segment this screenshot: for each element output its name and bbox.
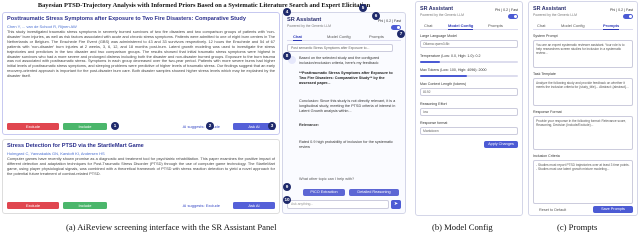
decision-row: Exclude Include AI suggests: Exclude Ask… bbox=[7, 123, 275, 131]
tab-bar: Chat Model Config Prompts bbox=[533, 22, 633, 30]
assistant-toggle[interactable] bbox=[508, 14, 518, 19]
panel-subtitle: Powered by the Generic LLM bbox=[287, 24, 331, 28]
assistant-message: **Posttraumatic Stress Symptoms after Ex… bbox=[299, 71, 393, 85]
reset-default-button[interactable]: Reset to Default bbox=[539, 208, 566, 212]
criteria-textarea[interactable]: - Studies must report PTSD trajectories … bbox=[533, 160, 633, 204]
criteria-label: Inclusion Criteria bbox=[533, 154, 560, 158]
chat-input[interactable]: Ask anything... bbox=[287, 200, 389, 209]
panel-title: SR Assistant bbox=[533, 6, 567, 12]
callout-badge: 4 bbox=[283, 8, 291, 16]
paper-authors: Holmgard C, Yannakakis GN, Karstoft KI, … bbox=[7, 151, 105, 156]
decision-row: Exclude Include AI suggests: Exclude Ask… bbox=[7, 202, 275, 210]
include-button[interactable]: Include bbox=[63, 123, 107, 130]
paper-authors: Chen Y, ... van de Schoot R, Rijnen AW bbox=[7, 24, 77, 29]
callout-badge: 3 bbox=[268, 122, 276, 130]
ai-suggestion-label: AI suggests: Exclude bbox=[182, 124, 220, 129]
assistant-message: Relevance: bbox=[299, 123, 320, 127]
system-prompt-label: System Prompt bbox=[533, 34, 558, 38]
model-indicator: Phi | 0.2 | Fast bbox=[377, 19, 401, 23]
panel-title: SR Assistant bbox=[287, 17, 322, 23]
paper-title[interactable]: Stress Detection for PTSD via the Startl… bbox=[7, 143, 275, 150]
apply-changes-button[interactable]: Apply Changes bbox=[484, 141, 518, 148]
reasoning-label: Reasoning Effort bbox=[420, 102, 447, 106]
callout-badge: 2 bbox=[206, 122, 214, 130]
panel-title: SR Assistant bbox=[420, 6, 454, 12]
sr-assistant-panel: SR Assistant Powered by the Generic LLM … bbox=[282, 12, 406, 214]
exclude-button[interactable]: Exclude bbox=[7, 202, 59, 209]
panel-subtitle: Powered by the Generic LLM bbox=[420, 13, 464, 17]
model-label: Large Language Model bbox=[420, 34, 457, 38]
system-prompt-textarea[interactable]: You are an expert systematic reviewer as… bbox=[533, 40, 633, 68]
response-format-textarea[interactable]: Provide your response in the following f… bbox=[533, 116, 633, 150]
max-tokens-label: Max Tokens (Low: 100, High: 4096): 2000 bbox=[420, 68, 487, 72]
callout-badge: 7 bbox=[397, 30, 405, 38]
tab-chat[interactable]: Chat bbox=[293, 33, 302, 41]
selected-study-field[interactable]: Post semantic Stress Symptoms after Expo… bbox=[287, 44, 393, 52]
callout-badge: 1 bbox=[111, 122, 119, 130]
model-select[interactable]: Ollama qwen3:8b bbox=[420, 40, 518, 48]
paper-abstract: Computer games have recently shown promi… bbox=[7, 157, 275, 176]
pico-extraction-button[interactable]: PICO Extraction bbox=[303, 189, 345, 196]
task-template-textarea[interactable]: Analyze the following study and provide … bbox=[533, 78, 633, 106]
task-template-label: Task Template bbox=[533, 72, 556, 76]
tab-prompts[interactable]: Prompts bbox=[603, 22, 620, 30]
tab-bar: Chat Model Config Prompts bbox=[420, 22, 518, 30]
caption-b: (b) Model Config bbox=[432, 222, 493, 232]
figure-header: Bayesian PTSD-Trajectory Analysis with I… bbox=[37, 2, 371, 9]
model-config-panel: SR Assistant Powered by the Generic LLM … bbox=[415, 1, 523, 216]
callout-badge: 10 bbox=[283, 196, 291, 204]
paper-title[interactable]: Posttraumatic Stress Symptoms after Expo… bbox=[7, 16, 275, 23]
screening-list: Posttraumatic Stress Symptoms after Expo… bbox=[2, 12, 280, 214]
caption-c: (c) Prompts bbox=[557, 222, 598, 232]
include-button[interactable]: Include bbox=[63, 202, 107, 209]
save-prompts-button[interactable]: Save Prompts bbox=[593, 206, 633, 213]
tab-prompts[interactable]: Prompts bbox=[369, 33, 384, 40]
callout-badge: 6 bbox=[372, 12, 380, 20]
assistant-message: Based on the selected study and the conf… bbox=[299, 56, 380, 65]
paper-card[interactable]: Stress Detection for PTSD via the Startl… bbox=[2, 139, 280, 214]
model-indicator: Phi | 0.2 | Fast bbox=[609, 8, 633, 12]
max-tokens-slider[interactable] bbox=[420, 75, 518, 77]
temperature-slider[interactable] bbox=[420, 61, 518, 63]
tab-prompts[interactable]: Prompts bbox=[488, 22, 503, 29]
prompts-panel: SR Assistant Powered by the Generic LLM … bbox=[528, 1, 638, 216]
context-label: Max Context Length (tokens) bbox=[420, 82, 467, 86]
tab-bar: Chat Model Config Prompts bbox=[287, 33, 401, 41]
tab-chat[interactable]: Chat bbox=[424, 22, 432, 29]
follow-up-prompt: What other topic can I help with? bbox=[299, 177, 355, 181]
format-label: Response format bbox=[420, 121, 448, 125]
callout-badge: 5 bbox=[359, 4, 367, 12]
send-icon[interactable]: ➤ bbox=[391, 200, 401, 209]
panel-subtitle: Powered by the Generic LLM bbox=[533, 13, 577, 17]
tab-chat[interactable]: Chat bbox=[537, 22, 545, 29]
detailed-reasoning-button[interactable]: Detailed Reasoning bbox=[349, 189, 399, 196]
temperature-label: Temperature (Low: 0.0, High: 1.0): 0.2 bbox=[420, 54, 481, 58]
ai-suggestion-label: AI suggests: Exclude bbox=[182, 203, 220, 208]
model-indicator: Phi | 0.2 | Fast bbox=[494, 8, 518, 12]
caption-a: (a) AiReview screening interface with th… bbox=[66, 222, 277, 232]
tab-model-config[interactable]: Model Config bbox=[448, 22, 474, 30]
callout-badge: 8 bbox=[283, 52, 291, 60]
tab-model-config[interactable]: Model Config bbox=[561, 22, 585, 29]
format-select[interactable]: Markdown bbox=[420, 127, 518, 135]
paper-card[interactable]: Posttraumatic Stress Symptoms after Expo… bbox=[2, 12, 280, 135]
reasoning-select[interactable]: low bbox=[420, 108, 518, 116]
response-format-label: Response Format bbox=[533, 110, 562, 114]
callout-badge: 9 bbox=[283, 183, 291, 191]
ask-ai-button[interactable]: Ask AI bbox=[233, 202, 275, 209]
assistant-toggle[interactable] bbox=[623, 14, 633, 19]
paper-abstract: This study investigated traumatic stress… bbox=[7, 30, 275, 79]
assistant-message: Rated 0.9 high probability of inclusion … bbox=[299, 140, 393, 149]
exclude-button[interactable]: Exclude bbox=[7, 123, 59, 130]
context-field[interactable]: 8192 bbox=[420, 88, 518, 96]
assistant-message: Conclusion: Since this study is not dire… bbox=[299, 99, 396, 113]
tab-model-config[interactable]: Model Config bbox=[327, 33, 351, 40]
